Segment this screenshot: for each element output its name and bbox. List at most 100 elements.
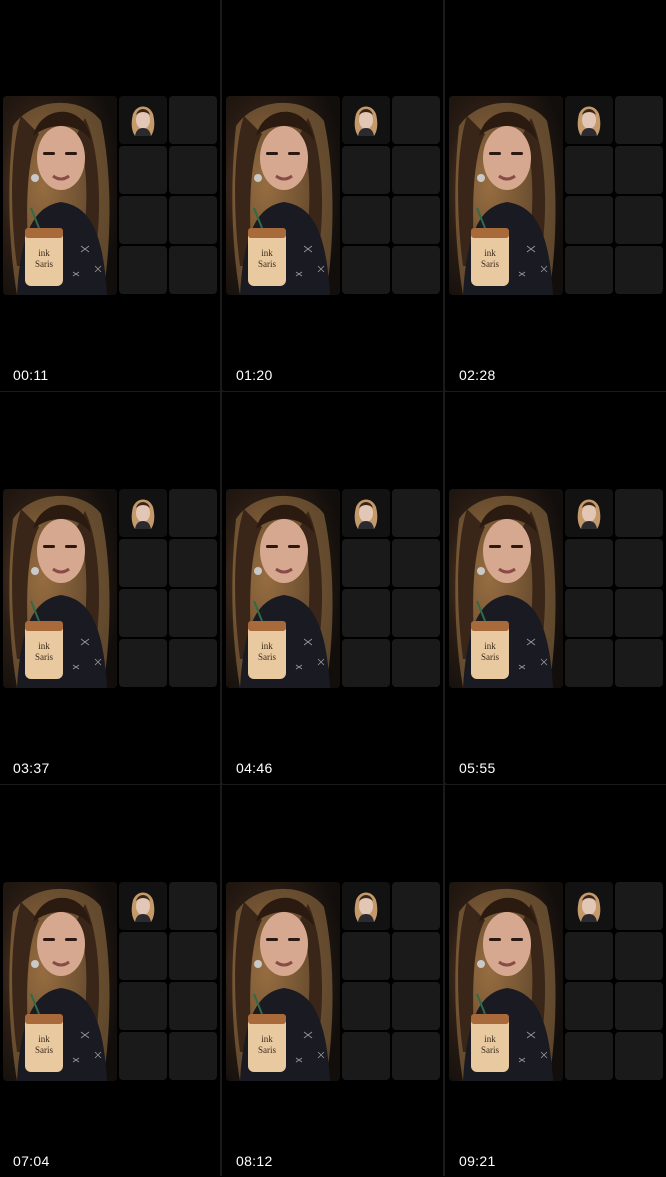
empty-tile	[392, 196, 440, 244]
frame-timestamp: 01:20	[236, 367, 273, 383]
frame-thumbnail[interactable]: ink Saris 01:20	[223, 0, 443, 391]
svg-text:ink: ink	[484, 1034, 496, 1044]
empty-tile	[169, 196, 217, 244]
portrait-image: ink Saris	[449, 489, 563, 688]
main-video-feed: ink Saris	[3, 882, 117, 1081]
empty-tile	[615, 1032, 663, 1080]
avatar-portrait-icon	[577, 106, 601, 136]
empty-tile	[615, 489, 663, 537]
empty-tile	[119, 639, 167, 687]
avatar-portrait-icon	[354, 106, 378, 136]
svg-text:Saris: Saris	[481, 1045, 499, 1055]
empty-tile	[342, 539, 390, 587]
main-video-feed: ink Saris	[226, 489, 340, 688]
frame-thumbnail[interactable]: ink Saris 08:12	[223, 786, 443, 1177]
empty-tile	[342, 589, 390, 637]
main-video-feed: ink Saris	[449, 882, 563, 1081]
empty-tile	[565, 639, 613, 687]
portrait-image: ink Saris	[226, 882, 340, 1081]
empty-tile	[342, 196, 390, 244]
empty-tile	[392, 982, 440, 1030]
call-preview: ink Saris	[3, 489, 217, 688]
frame-thumbnail[interactable]: ink Saris 04:46	[223, 393, 443, 784]
svg-text:ink: ink	[38, 1034, 50, 1044]
empty-tile	[392, 882, 440, 930]
portrait-image: ink Saris	[449, 96, 563, 295]
empty-tile	[342, 639, 390, 687]
svg-text:Saris: Saris	[258, 259, 276, 269]
frame-thumbnail[interactable]: ink Saris 03:37	[0, 393, 220, 784]
empty-tile	[392, 539, 440, 587]
empty-tile	[565, 196, 613, 244]
call-preview: ink Saris	[449, 489, 663, 688]
participant-avatar-tile	[119, 882, 167, 930]
column-divider	[220, 0, 222, 1176]
empty-tile	[565, 589, 613, 637]
frame-thumbnail[interactable]: ink Saris 05:55	[446, 393, 666, 784]
empty-tile	[119, 932, 167, 980]
empty-tile	[565, 246, 613, 294]
empty-tile	[119, 539, 167, 587]
empty-tile	[169, 489, 217, 537]
empty-tile	[169, 589, 217, 637]
empty-tile	[615, 539, 663, 587]
frame-thumbnail[interactable]: ink Saris 00:11	[0, 0, 220, 391]
empty-tile	[392, 589, 440, 637]
empty-tile	[392, 489, 440, 537]
frame-thumbnail[interactable]: ink Saris 09:21	[446, 786, 666, 1177]
call-preview: ink Saris	[449, 882, 663, 1081]
svg-text:Saris: Saris	[481, 259, 499, 269]
empty-tile	[342, 1032, 390, 1080]
portrait-image: ink Saris	[3, 489, 117, 688]
participant-avatar-tile	[565, 96, 613, 144]
participant-avatar-tile	[119, 96, 167, 144]
empty-tile	[119, 589, 167, 637]
frame-thumbnail[interactable]: ink Saris 07:04	[0, 786, 220, 1177]
empty-tile	[119, 982, 167, 1030]
avatar-portrait-icon	[131, 499, 155, 529]
empty-tile	[119, 1032, 167, 1080]
portrait-image: ink Saris	[3, 882, 117, 1081]
frame-thumbnail[interactable]: ink Saris 02:28	[446, 0, 666, 391]
empty-tile	[392, 1032, 440, 1080]
empty-tile	[169, 246, 217, 294]
call-preview: ink Saris	[449, 96, 663, 295]
svg-text:Saris: Saris	[258, 652, 276, 662]
empty-tile	[392, 932, 440, 980]
svg-text:ink: ink	[261, 641, 273, 651]
main-video-feed: ink Saris	[449, 489, 563, 688]
participant-avatar-tile	[342, 882, 390, 930]
empty-tile	[342, 246, 390, 294]
column-divider	[443, 0, 445, 1176]
empty-tile	[169, 96, 217, 144]
frame-timestamp: 03:37	[13, 760, 50, 776]
avatar-portrait-icon	[354, 892, 378, 922]
participant-avatar-tile	[119, 489, 167, 537]
empty-tile	[615, 982, 663, 1030]
portrait-image: ink Saris	[449, 882, 563, 1081]
main-video-feed: ink Saris	[226, 96, 340, 295]
empty-tile	[169, 882, 217, 930]
empty-tile	[392, 96, 440, 144]
svg-text:ink: ink	[38, 248, 50, 258]
main-video-feed: ink Saris	[3, 96, 117, 295]
frame-timestamp: 08:12	[236, 1153, 273, 1169]
frame-timestamp: 00:11	[13, 367, 49, 383]
empty-tile	[615, 246, 663, 294]
frame-timestamp: 04:46	[236, 760, 273, 776]
empty-tile	[565, 146, 613, 194]
empty-tile	[169, 932, 217, 980]
frame-timestamp: 07:04	[13, 1153, 50, 1169]
svg-text:Saris: Saris	[258, 1045, 276, 1055]
empty-tile	[119, 246, 167, 294]
svg-text:Saris: Saris	[35, 1045, 53, 1055]
svg-text:ink: ink	[484, 248, 496, 258]
empty-tile	[615, 882, 663, 930]
empty-tile	[119, 146, 167, 194]
participant-avatar-tile	[342, 96, 390, 144]
empty-tile	[169, 982, 217, 1030]
empty-tile	[615, 639, 663, 687]
participant-avatar-tile	[342, 489, 390, 537]
svg-text:ink: ink	[261, 1034, 273, 1044]
empty-tile	[615, 196, 663, 244]
